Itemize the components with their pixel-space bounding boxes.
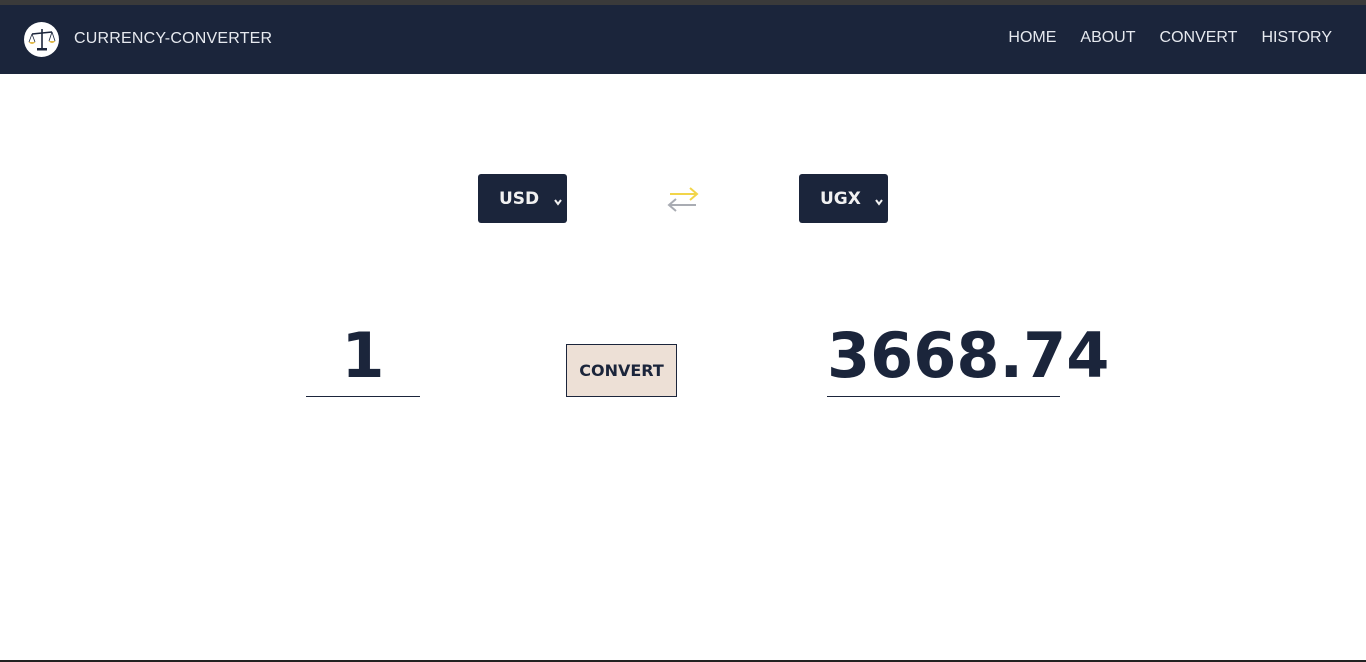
to-currency-value: UGX bbox=[820, 188, 861, 209]
chevron-down-icon bbox=[553, 192, 563, 212]
nav-convert[interactable]: CONVERT bbox=[1160, 29, 1238, 47]
convert-button[interactable]: CONVERT bbox=[566, 344, 677, 397]
nav-home[interactable]: HOME bbox=[1008, 29, 1056, 47]
result-output: 3668.74 bbox=[827, 318, 1109, 397]
from-currency-value: USD bbox=[499, 188, 540, 209]
swap-arrows-icon[interactable] bbox=[666, 183, 700, 215]
amount-input[interactable]: 1 bbox=[306, 318, 420, 397]
navbar: CURRENCY-CONVERTER HOME ABOUT CONVERT HI… bbox=[0, 5, 1366, 74]
to-currency-select[interactable]: UGX bbox=[799, 174, 888, 223]
brand[interactable]: CURRENCY-CONVERTER bbox=[24, 21, 272, 57]
from-currency-select[interactable]: USD bbox=[478, 174, 567, 223]
nav-history[interactable]: HISTORY bbox=[1261, 29, 1332, 47]
chevron-down-icon bbox=[874, 192, 884, 212]
brand-name: CURRENCY-CONVERTER bbox=[74, 30, 273, 47]
nav-about[interactable]: ABOUT bbox=[1080, 29, 1135, 47]
nav-links: HOME ABOUT CONVERT HISTORY bbox=[1008, 29, 1332, 47]
scales-icon bbox=[24, 21, 59, 57]
